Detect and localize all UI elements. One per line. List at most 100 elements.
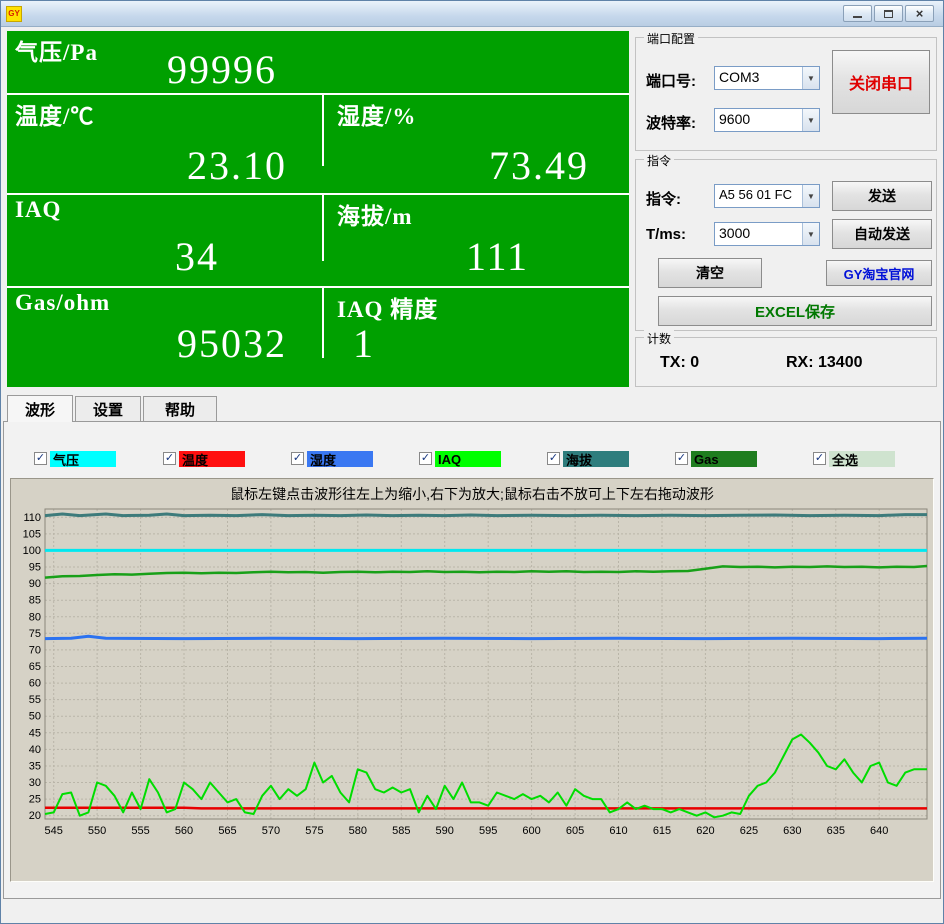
- svg-text:100: 100: [23, 545, 41, 557]
- gas-checkbox[interactable]: ✓: [675, 452, 688, 465]
- humidity-checkbox[interactable]: ✓: [291, 452, 304, 465]
- svg-text:615: 615: [653, 825, 671, 837]
- temperature-value: 23.10: [187, 143, 287, 188]
- altitude-label: 海拔/m: [337, 204, 413, 229]
- chevron-down-icon[interactable]: ▼: [802, 185, 819, 207]
- pressure-cell: 气压/Pa 99996: [7, 31, 629, 95]
- svg-text:565: 565: [218, 825, 236, 837]
- legend-pressure-label: 气压: [50, 450, 116, 468]
- altitude-checkbox[interactable]: ✓: [547, 452, 560, 465]
- select-all-checkbox[interactable]: ✓: [813, 452, 826, 465]
- svg-text:640: 640: [870, 825, 888, 837]
- svg-text:610: 610: [609, 825, 627, 837]
- rx-count: RX: 13400: [786, 354, 863, 371]
- command-select[interactable]: A5 56 01 FC ▼: [714, 184, 820, 208]
- svg-text:85: 85: [29, 595, 41, 607]
- baud-rate-select[interactable]: 9600 ▼: [714, 108, 820, 132]
- humidity-cell: 湿度/% 73.49: [323, 95, 629, 193]
- svg-text:95: 95: [29, 562, 41, 574]
- temperature-checkbox[interactable]: ✓: [163, 452, 176, 465]
- command-group-label: 指令: [644, 152, 675, 169]
- tms-select[interactable]: 3000 ▼: [714, 222, 820, 246]
- command-group: 指令 指令: A5 56 01 FC ▼ 发送 T/ms: 3000 ▼ 自动发…: [635, 152, 937, 331]
- check-icon: ✓: [420, 452, 431, 464]
- check-icon: ✓: [292, 452, 303, 464]
- svg-text:80: 80: [29, 611, 41, 623]
- legend-select-all: ✓ 全选: [813, 450, 895, 468]
- app-window: GY × 气压/Pa 99996 温度/℃ 23.10 湿度/% 73.49 I…: [0, 0, 944, 924]
- legend-temperature-label: 温度: [179, 450, 245, 468]
- svg-text:30: 30: [29, 777, 41, 789]
- humidity-value: 73.49: [489, 143, 589, 188]
- chart-panel: 鼠标左键点击波形往左上为缩小,右下为放大;鼠标右击不放可上下左右拖动波形 20 2…: [10, 478, 934, 882]
- legend-select-all-label: 全选: [829, 450, 895, 468]
- chevron-down-icon[interactable]: ▼: [802, 109, 819, 131]
- pressure-value: 99996: [167, 47, 277, 92]
- legend-gas-label: Gas: [691, 450, 757, 467]
- baud-rate-label: 波特率:: [646, 115, 696, 132]
- auto-send-button[interactable]: 自动发送: [832, 219, 932, 249]
- iaq-value: 34: [175, 234, 219, 279]
- svg-text:600: 600: [522, 825, 540, 837]
- iaq-checkbox[interactable]: ✓: [419, 452, 432, 465]
- svg-text:570: 570: [262, 825, 280, 837]
- taobao-link-button[interactable]: GY淘宝官网: [826, 260, 932, 286]
- svg-text:585: 585: [392, 825, 410, 837]
- legend-altitude-label: 海拔: [563, 450, 629, 468]
- legend-iaq: ✓ IAQ: [419, 450, 501, 467]
- close-serial-button[interactable]: 关闭串口: [832, 50, 930, 114]
- svg-text:630: 630: [783, 825, 801, 837]
- sensor-readings-panel: 气压/Pa 99996 温度/℃ 23.10 湿度/% 73.49 IAQ 34…: [7, 31, 629, 387]
- port-number-label: 端口号:: [646, 73, 696, 90]
- chevron-down-icon[interactable]: ▼: [802, 223, 819, 245]
- tms-value: 3000: [719, 225, 751, 241]
- iaq-accuracy-label: IAQ 精度: [337, 297, 439, 322]
- port-select-value: COM3: [719, 69, 760, 85]
- tab-help[interactable]: 帮助: [143, 396, 217, 421]
- minimize-icon: [853, 16, 862, 18]
- iaq-accuracy-cell: IAQ 精度 1: [323, 288, 629, 385]
- altitude-value: 111: [465, 234, 529, 279]
- excel-save-button[interactable]: EXCEL保存: [658, 296, 932, 326]
- svg-text:50: 50: [29, 711, 41, 723]
- svg-text:625: 625: [740, 825, 758, 837]
- legend-iaq-label: IAQ: [435, 450, 501, 467]
- port-select[interactable]: COM3 ▼: [714, 66, 820, 90]
- altitude-cell: 海拔/m 111: [323, 195, 629, 286]
- svg-text:60: 60: [29, 678, 41, 690]
- legend-altitude: ✓ 海拔: [547, 450, 629, 468]
- svg-text:40: 40: [29, 744, 41, 756]
- baud-rate-value: 9600: [719, 111, 751, 127]
- chevron-down-icon[interactable]: ▼: [802, 67, 819, 89]
- minimize-button[interactable]: [843, 5, 872, 22]
- iaq-accuracy-value: 1: [353, 321, 375, 366]
- close-button[interactable]: ×: [905, 5, 934, 22]
- port-config-group-label: 端口配置: [644, 30, 699, 47]
- tx-count: TX: 0: [660, 354, 700, 371]
- svg-text:555: 555: [131, 825, 149, 837]
- port-config-group: 端口配置 端口号: COM3 ▼ 波特率: 9600 ▼ 关闭串口: [635, 30, 937, 151]
- svg-text:105: 105: [23, 528, 41, 540]
- tms-label: T/ms:: [646, 226, 687, 243]
- waveform-chart[interactable]: 20 25 30 35 40 45 50 55 60 65 70 75 80 85 90 95 100 105 11…: [11, 503, 935, 879]
- waveform-tab-page: ✓ 气压 ✓ 温度 ✓ 湿度 ✓ IAQ ✓ 海拔 ✓ Gas ✓ 全选 鼠标左…: [3, 421, 941, 899]
- svg-text:25: 25: [29, 794, 41, 806]
- clear-button[interactable]: 清空: [658, 258, 762, 288]
- svg-text:65: 65: [29, 661, 41, 673]
- svg-text:550: 550: [88, 825, 106, 837]
- svg-text:75: 75: [29, 628, 41, 640]
- tab-waveform[interactable]: 波形: [7, 395, 73, 422]
- svg-text:560: 560: [175, 825, 193, 837]
- maximize-button[interactable]: [874, 5, 903, 22]
- svg-text:620: 620: [696, 825, 714, 837]
- humidity-label: 湿度/%: [337, 104, 417, 129]
- tab-settings[interactable]: 设置: [75, 396, 141, 421]
- send-button[interactable]: 发送: [832, 181, 932, 211]
- svg-text:595: 595: [479, 825, 497, 837]
- svg-text:635: 635: [827, 825, 845, 837]
- titlebar: GY ×: [1, 1, 943, 27]
- check-icon: ✓: [35, 452, 46, 464]
- svg-text:110: 110: [23, 512, 41, 524]
- pressure-checkbox[interactable]: ✓: [34, 452, 47, 465]
- iaq-cell: IAQ 34: [7, 195, 323, 286]
